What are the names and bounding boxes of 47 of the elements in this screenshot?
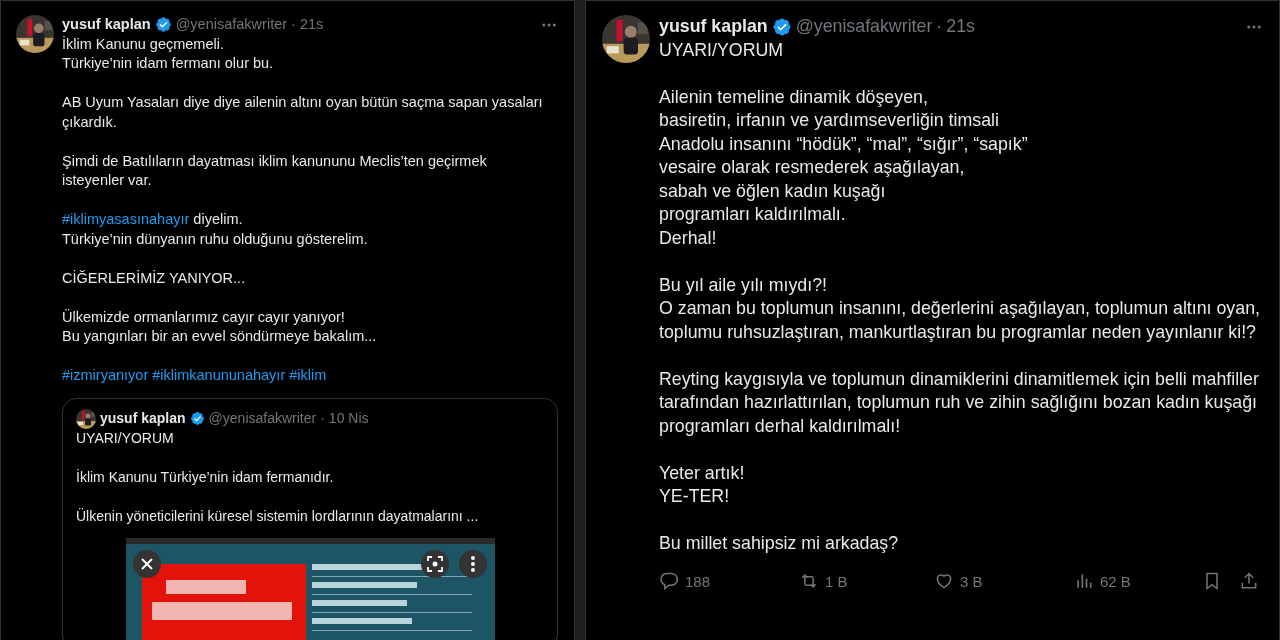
bar-chart-action[interactable]: 62 B: [1074, 569, 1202, 593]
separator-dot: ·: [291, 15, 296, 34]
tweet-text: İklim Kanunu geçmemeli. Türkiye’nin idam fermanı olur bu.: [62, 34, 275, 73]
tweet-text: Şimdi de Batılıların dayatması iklim kanununu Meclis’ten geçirmek isteyenler var.: [62, 151, 488, 190]
verified-badge-icon: [154, 16, 172, 34]
tweet-text: Reyting kaygısıyla ve toplumun dinamiklerini dinamitlemek için belli mahfiller tarafından hazırlattırılan, toplumun ruh ve zihin sağlığını bozan kadın kuşağı programları derhal kaldırılmalı!: [659, 367, 1260, 438]
action-count: 3 B: [960, 571, 983, 592]
post-time[interactable]: 10 Nis: [328, 408, 369, 429]
repost-action[interactable]: 1 B: [799, 569, 934, 593]
verified-badge-icon: [189, 411, 205, 426]
hashtag-link[interactable]: #iklimkanununahayır: [152, 366, 286, 386]
tweet-text: Ülkenin yöneticilerini küresel sistemin lordlarının dayatmalarını ...: [76, 506, 480, 526]
hashtag-link[interactable]: #izmiryanıyor: [62, 366, 149, 386]
close-icon[interactable]: [132, 549, 162, 579]
post-time[interactable]: 21s: [299, 15, 324, 35]
quoted-tweet[interactable]: yusuf kaplan @yenisafakwriter · 10 Nis UYARI/YORUM İklim Kanunu Türkiye’nin idam fermanıdır. Ülkenin yöneticilerini küresel sistemin lordlarının dayatmalarını ...: [62, 397, 558, 640]
tweet-text: AB Uyum Yasaları diye diye ailenin altını oyan bütün saçma sapan yasaları çıkardık.: [62, 93, 544, 132]
author-name[interactable]: yusuf kaplan: [659, 15, 768, 39]
post-time[interactable]: 21s: [946, 15, 975, 39]
tweet-text: Bu yıl aile yılı mıydı?! O zaman bu toplumun insanını, değerlerini aşağılayan, toplumun altını oyan, toplumu ruhsuzlaştıran, mankurtlaştıran bu programlar neden yayınlanır ki!?: [659, 273, 1261, 344]
reply-action[interactable]: 188: [659, 569, 799, 593]
hashtag-link[interactable]: #iklimyasasınahayır: [62, 211, 190, 227]
author-name[interactable]: yusuf kaplan: [100, 408, 186, 429]
author-name[interactable]: yusuf kaplan: [62, 15, 151, 35]
tweet-text: CİĞERLERİMİZ YANIYOR...: [62, 268, 247, 288]
separator-dot: ·: [936, 15, 943, 38]
tweet-text: Bu millet sahipsiz mi arkadaş?: [659, 532, 900, 555]
separator-dot: ·: [320, 408, 325, 428]
author-handle[interactable]: @yenisafakwriter: [208, 408, 317, 429]
more-icon[interactable]: [458, 549, 488, 579]
tweet-text: #iklimyasasınahayır diyelim. Türkiye’nin dünyanın ruhu olduğunu gösterelim.: [62, 210, 369, 249]
tweet-text: Ülkemizde ormanlarımız cayır cayır yanıyor! Bu yangınları bir an evvel söndürmeye bakalım...: [62, 307, 378, 346]
tweet-text: İklim Kanunu Türkiye’nin idam fermanıdır.: [76, 467, 335, 487]
tweet-text: Yeter artık! YE-TER!: [659, 461, 746, 508]
reply-icon: [659, 571, 679, 592]
tweet-text: UYARI/YORUM: [659, 38, 785, 62]
author-handle[interactable]: @yenisafakwriter: [175, 15, 288, 35]
scan-icon[interactable]: [420, 549, 450, 579]
tweet-text: UYARI/YORUM: [76, 428, 175, 448]
hashtag-link[interactable]: #iklim: [289, 366, 327, 386]
action-count: 1 B: [825, 571, 848, 592]
action-count: 188: [685, 571, 711, 592]
verified-badge-icon: [771, 16, 792, 37]
tweet-text: Ailenin temeline dinamik döşeyen, basiretin, irfanın ve yardımseverliğin timsali Anadolu insanını “hödük”, “mal”, “sığır”, “sapık” vesaire olarak resmederek aşağılayan, sabah ve öğlen kadın kuşağı programları kaldırılmalı. Derhal!: [659, 85, 1029, 250]
heart-action[interactable]: 3 B: [934, 569, 1074, 593]
author-handle[interactable]: @yenisafakwriter: [795, 15, 933, 39]
action-count: 62 B: [1100, 571, 1131, 592]
